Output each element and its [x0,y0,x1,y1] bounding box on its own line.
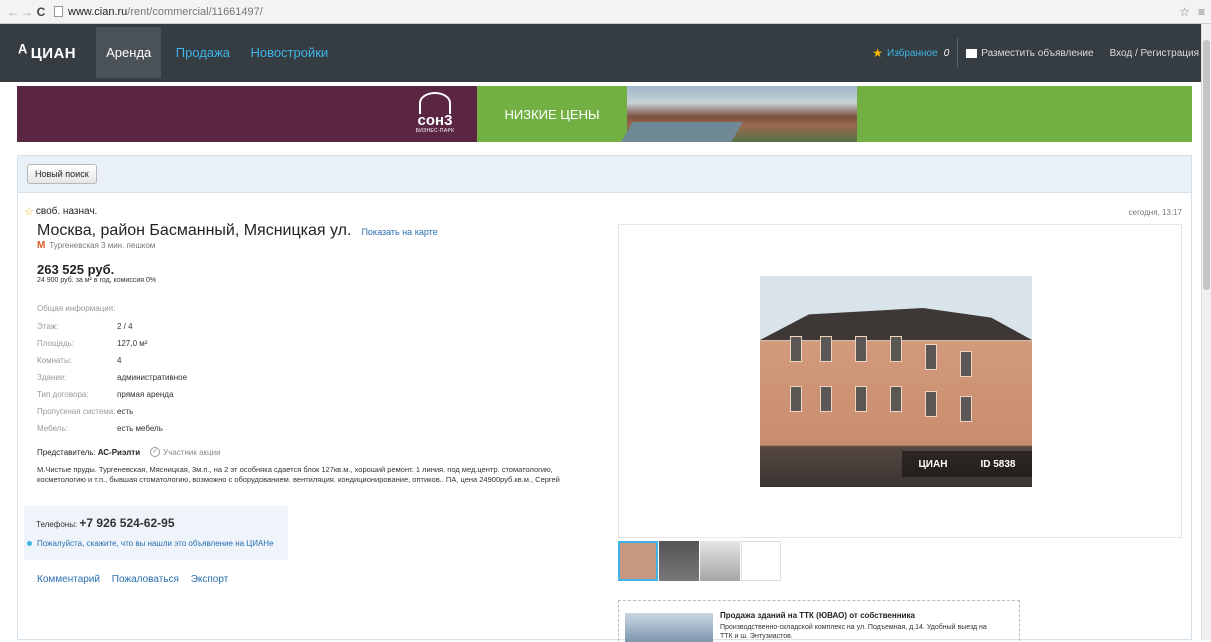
info-row: Мебель: есть мебель [37,424,163,433]
metro-info: M Тургеневская 3 мин. пешком [37,240,155,251]
header-actions: ★ Избранное 0 Разместить объявление Вход… [872,38,1199,68]
banner-brand: сон3 [417,112,453,129]
photo-watermark: ЦИАН ID 5838 [902,451,1032,477]
info-row: Комнаты: 4 [37,356,122,365]
metro-text: Тургеневская 3 мин. пешком [49,241,156,250]
related-ad[interactable]: Продажа зданий на ТТК (ЮВАО) от собствен… [618,600,1020,642]
price: 263 525 руб. [37,262,115,277]
business-park-logo: сон3 БИЗНЕС-ПАРК [405,92,465,138]
ad-banner[interactable]: сон3 БИЗНЕС-ПАРК НИЗКИЕ ЦЕНЫ [17,86,1192,142]
show-map-link[interactable]: Показать на карте [361,227,437,237]
logo-arc-icon [419,92,451,114]
favorites-star-icon: ★ [872,46,883,60]
phone-note: Пожалуйста, скажите, что вы нашли это об… [27,539,274,548]
favorites-link[interactable]: ★ Избранное 0 [872,46,949,60]
post-ad-icon [966,48,978,58]
ad-image [625,613,713,642]
post-ad-label: Разместить объявление [981,47,1094,59]
info-row: Площадь: 127,0 м² [37,339,148,348]
info-row: Пропускная система: есть [37,407,134,416]
site-header: ᴬ ЦИАН Аренда Продажа Новостройки ★ Избр… [0,24,1211,82]
url-path: /rent/commercial/11661497/ [127,5,263,18]
divider [957,38,959,68]
scrollbar-thumb[interactable] [1203,40,1210,290]
ad-text: Производственно-складской комплекс на ул… [720,624,987,640]
login-link[interactable]: Вход / Регистрация [1110,48,1199,59]
forward-icon[interactable]: → [20,5,34,19]
banner-brand-sub: БИЗНЕС-ПАРК [415,128,455,134]
watermark-logo: ЦИАН [918,458,948,470]
promo-badge: ✓ Участник акции [150,447,221,457]
logo-text: ЦИАН [30,44,77,62]
info-row: Этаж: 2 / 4 [37,322,133,331]
export-link[interactable]: Экспорт [191,574,229,585]
info-row: Здание: административное [37,373,188,382]
phone-line: Телефоны: +7 926 524-62-95 [36,516,175,530]
photo-thumbnails [618,541,782,581]
browser-toolbar: ← → C www.cian.ru/rent/commercial/116614… [0,0,1211,24]
address-text: Москва, район Басманный, Мясницкая ул. [37,222,352,239]
listing-description: М.Чистые пруды. Тургеневская, Мясницкая,… [37,465,560,484]
listing-actions: Комментарий Пожаловаться Экспорт [37,574,237,585]
ad-title[interactable]: Продажа зданий на ТТК (ЮВАО) от собствен… [720,611,915,620]
scrollbar[interactable] [1201,24,1211,640]
url-host: www.cian.ru [68,5,128,18]
bullet-icon [27,541,32,546]
post-ad-link[interactable]: Разместить объявление [966,47,1094,59]
banner-photo [621,86,857,142]
thumbnail[interactable] [659,541,699,581]
info-row: Тип договора: прямая аренда [37,390,174,399]
listing-type: ☆ своб. назнач. [24,205,97,218]
favorites-label: Избранное [887,47,938,59]
main-nav: Аренда Продажа Новостройки [96,27,344,78]
check-icon: ✓ [150,447,161,457]
listing-timestamp: сегодня, 13:17 [1128,208,1182,217]
menu-icon[interactable]: ≡ [1198,5,1205,19]
logo-icon: ᴬ [18,42,28,63]
banner-left: сон3 БИЗНЕС-ПАРК [17,86,477,142]
photo-gallery: ЦИАН ID 5838 [618,224,1182,538]
nav-sale[interactable]: Продажа [176,45,230,60]
thumbnail[interactable] [741,541,781,581]
phone-box: Телефоны: +7 926 524-62-95 Пожалуйста, с… [24,506,288,560]
site-logo[interactable]: ᴬ ЦИАН [18,42,76,64]
phone-number[interactable]: +7 926 524-62-95 [79,516,174,530]
main-photo[interactable]: ЦИАН ID 5838 [760,276,1032,487]
listing-panel: Новый поиск ☆ своб. назнач. сегодня, 13:… [17,155,1192,642]
favorites-count: 0 [943,47,950,59]
address-bar[interactable]: www.cian.ru/rent/commercial/11661497/ [54,6,1171,18]
thumbnail[interactable] [618,541,658,581]
info-title: Общая информация: [37,304,116,313]
info-table: Общая информация: Этаж: 2 / 4 Площадь: 127… [37,304,187,441]
favorite-star-icon[interactable]: ☆ [24,205,34,218]
search-bar: Новый поиск [18,156,1191,193]
agent-info: Представитель: АС-Риэлти ✓ Участник акци… [37,447,221,457]
price-details: 24 900 руб. за м² в год, комиссия 0% [37,277,157,284]
bookmark-star-icon[interactable]: ☆ [1179,5,1190,19]
nav-rent[interactable]: Аренда [96,27,162,78]
phone-label: Телефоны: [36,520,78,529]
thumbnail[interactable] [700,541,740,581]
listing-address: Москва, район Басманный, Мясницкая ул. П… [37,222,438,240]
listing-type-label: своб. назнач. [35,206,98,217]
reload-icon[interactable]: C [34,5,48,19]
banner-right [857,86,1192,142]
comment-link[interactable]: Комментарий [37,574,100,585]
complain-link[interactable]: Пожаловаться [112,574,179,585]
agent-name[interactable]: АС-Риэлти [98,448,140,457]
agent-label: Представитель: [37,447,96,457]
banner-slogan: НИЗКИЕ ЦЕНЫ [477,86,627,142]
watermark-id: ID 5838 [980,458,1016,470]
phone-note-text: Пожалуйста, скажите, что вы нашли это об… [37,539,274,548]
page-icon [54,6,63,17]
metro-icon: M [37,240,46,251]
nav-newbuild[interactable]: Новостройки [250,45,328,60]
new-search-button[interactable]: Новый поиск [27,164,97,184]
back-icon[interactable]: ← [6,5,20,19]
promo-badge-label: Участник акции [163,447,221,457]
